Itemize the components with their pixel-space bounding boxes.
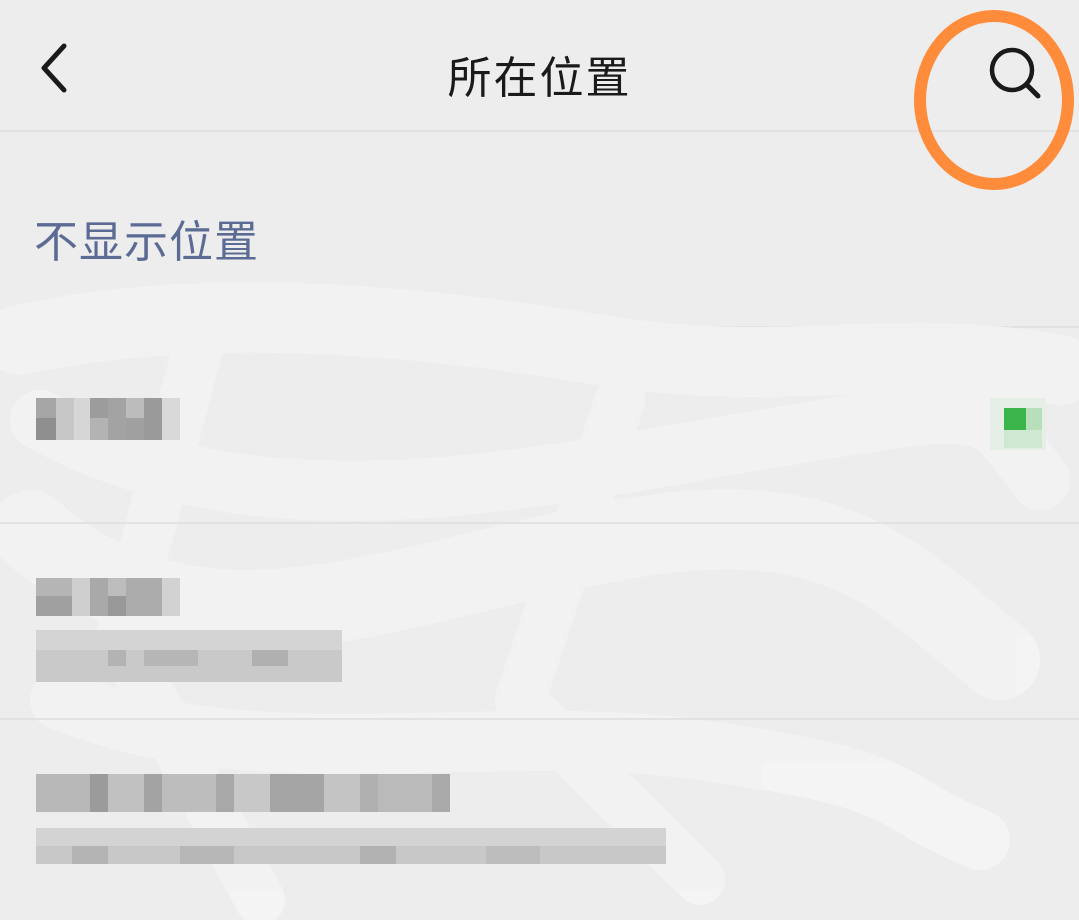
hide-location-option[interactable]: 不显示位置 bbox=[0, 134, 1079, 328]
selected-check-icon bbox=[990, 398, 1046, 450]
location-item[interactable] bbox=[0, 720, 1079, 920]
page-title: 所在位置 bbox=[447, 53, 632, 104]
location-item[interactable] bbox=[0, 524, 1079, 720]
search-icon bbox=[989, 47, 1041, 99]
top-bar: 所在位置 bbox=[0, 0, 1079, 132]
hide-location-label: 不显示位置 bbox=[34, 217, 259, 268]
search-button[interactable] bbox=[980, 40, 1048, 108]
location-item[interactable] bbox=[0, 328, 1079, 524]
